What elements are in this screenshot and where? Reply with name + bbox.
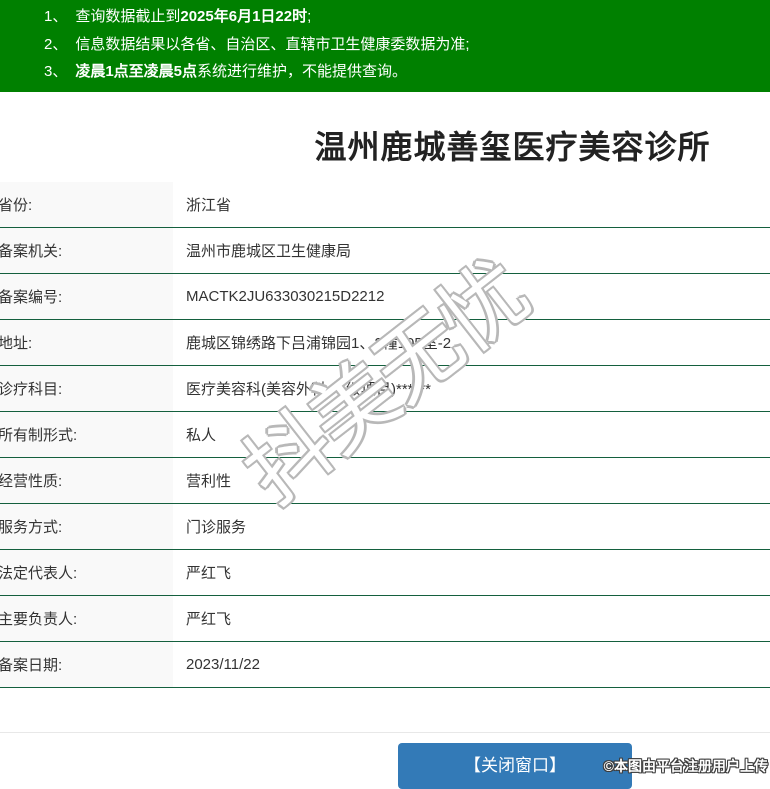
page-title: 温州鹿城善玺医疗美容诊所 <box>314 129 711 165</box>
row-value: 严红飞 <box>186 611 232 628</box>
row-label: 备案日期: <box>0 642 173 687</box>
row-value: 营利性 <box>186 473 232 490</box>
row-label-text: 经营性质: <box>0 473 63 490</box>
table-row-business-nature: 经营性质: 营利性 <box>0 458 770 504</box>
table-row-ownership: 所有制形式: 私人 <box>0 412 770 458</box>
copyright-overlay: ©本图由平台注册用户上传 <box>603 758 768 774</box>
row-label: 地址: <box>0 320 173 365</box>
row-value: 浙江省 <box>186 197 232 214</box>
table-row-person-in-charge: 主要负责人: 严红飞 <box>0 596 770 642</box>
table-row-province: 省份: 浙江省 <box>0 182 770 228</box>
row-label-text: 法定代表人: <box>0 565 78 582</box>
row-label: 法定代表人: <box>0 550 173 595</box>
table-row-service-mode: 服务方式: 门诊服务 <box>0 504 770 550</box>
notice-number: 2、 <box>44 35 68 53</box>
row-value: 医疗美容科(美容外科-一级项目)****** <box>186 381 432 398</box>
notice-text-bold: 凌晨1点至凌晨5点 <box>75 63 198 80</box>
notice-number: 1、 <box>44 8 68 25</box>
notice-text: 系统进行维护，不能提供查询。 <box>197 63 408 80</box>
row-label: 所有制形式: <box>0 412 173 457</box>
row-label: 主要负责人: <box>0 596 173 641</box>
notice-text: 查询数据截止到 <box>75 8 181 25</box>
table-row-filing-number: 备案编号: MACTK2JU633030215D2212 <box>0 274 770 320</box>
notice-text: 信息数据结果以各省、自治区、直辖市卫生健康委数据为准; <box>75 35 470 53</box>
row-label-text: 备案编号: <box>0 289 63 306</box>
notice-banner: 1、 查询数据截止到2025年6月1日22时; 2、 信息数据结果以各省、自治区、直… <box>0 0 770 92</box>
row-label: 经营性质: <box>0 458 173 503</box>
row-label-text: 诊疗科目: <box>0 381 63 398</box>
row-label: 备案编号: <box>0 274 173 319</box>
row-label-text: 所有制形式: <box>0 427 78 444</box>
notice-text: ; <box>307 8 312 25</box>
notice-number: 3、 <box>44 63 68 80</box>
row-value: 私人 <box>186 427 217 444</box>
footer-divider <box>0 732 770 733</box>
notice-line-3: 3、 凌晨1点至凌晨5点系统进行维护，不能提供查询。 <box>0 58 770 86</box>
row-label-text: 备案机关: <box>0 243 63 260</box>
row-value: 温州市鹿城区卫生健康局 <box>186 243 352 260</box>
row-label: 备案机关: <box>0 228 173 273</box>
table-row-address: 地址: 鹿城区锦绣路下吕浦锦园1、2幢105室-2 <box>0 320 770 366</box>
row-value: 门诊服务 <box>186 519 247 536</box>
table-row-treatment-subjects: 诊疗科目: 医疗美容科(美容外科-一级项目)****** <box>0 366 770 412</box>
row-label-text: 地址: <box>0 335 33 352</box>
row-value: 鹿城区锦绣路下吕浦锦园1、2幢105室-2 <box>186 335 452 352</box>
row-label-text: 备案日期: <box>0 657 63 674</box>
close-window-button[interactable]: 【关闭窗口】 <box>398 743 632 789</box>
row-label: 省份: <box>0 182 173 227</box>
notice-line-1: 1、 查询数据截止到2025年6月1日22时; <box>0 3 770 31</box>
record-table: 省份: 浙江省 备案机关: 温州市鹿城区卫生健康局 备案编号: MACTK2JU… <box>0 182 770 688</box>
row-label-text: 主要负责人: <box>0 611 78 628</box>
table-row-legal-representative: 法定代表人: 严红飞 <box>0 550 770 596</box>
row-label-text: 省份: <box>0 197 33 214</box>
notice-line-2: 2、 信息数据结果以各省、自治区、直辖市卫生健康委数据为准; <box>0 31 770 59</box>
row-label: 服务方式: <box>0 504 173 549</box>
row-value: 2023/11/22 <box>186 656 260 673</box>
row-value: MACTK2JU633030215D2212 <box>186 288 385 305</box>
notice-text-bold: 2025年6月1日22时 <box>180 8 308 25</box>
row-label: 诊疗科目: <box>0 366 173 411</box>
table-row-filing-authority: 备案机关: 温州市鹿城区卫生健康局 <box>0 228 770 274</box>
table-row-filing-date: 备案日期: 2023/11/22 <box>0 642 770 688</box>
row-value: 严红飞 <box>186 565 232 582</box>
row-label-text: 服务方式: <box>0 519 63 536</box>
